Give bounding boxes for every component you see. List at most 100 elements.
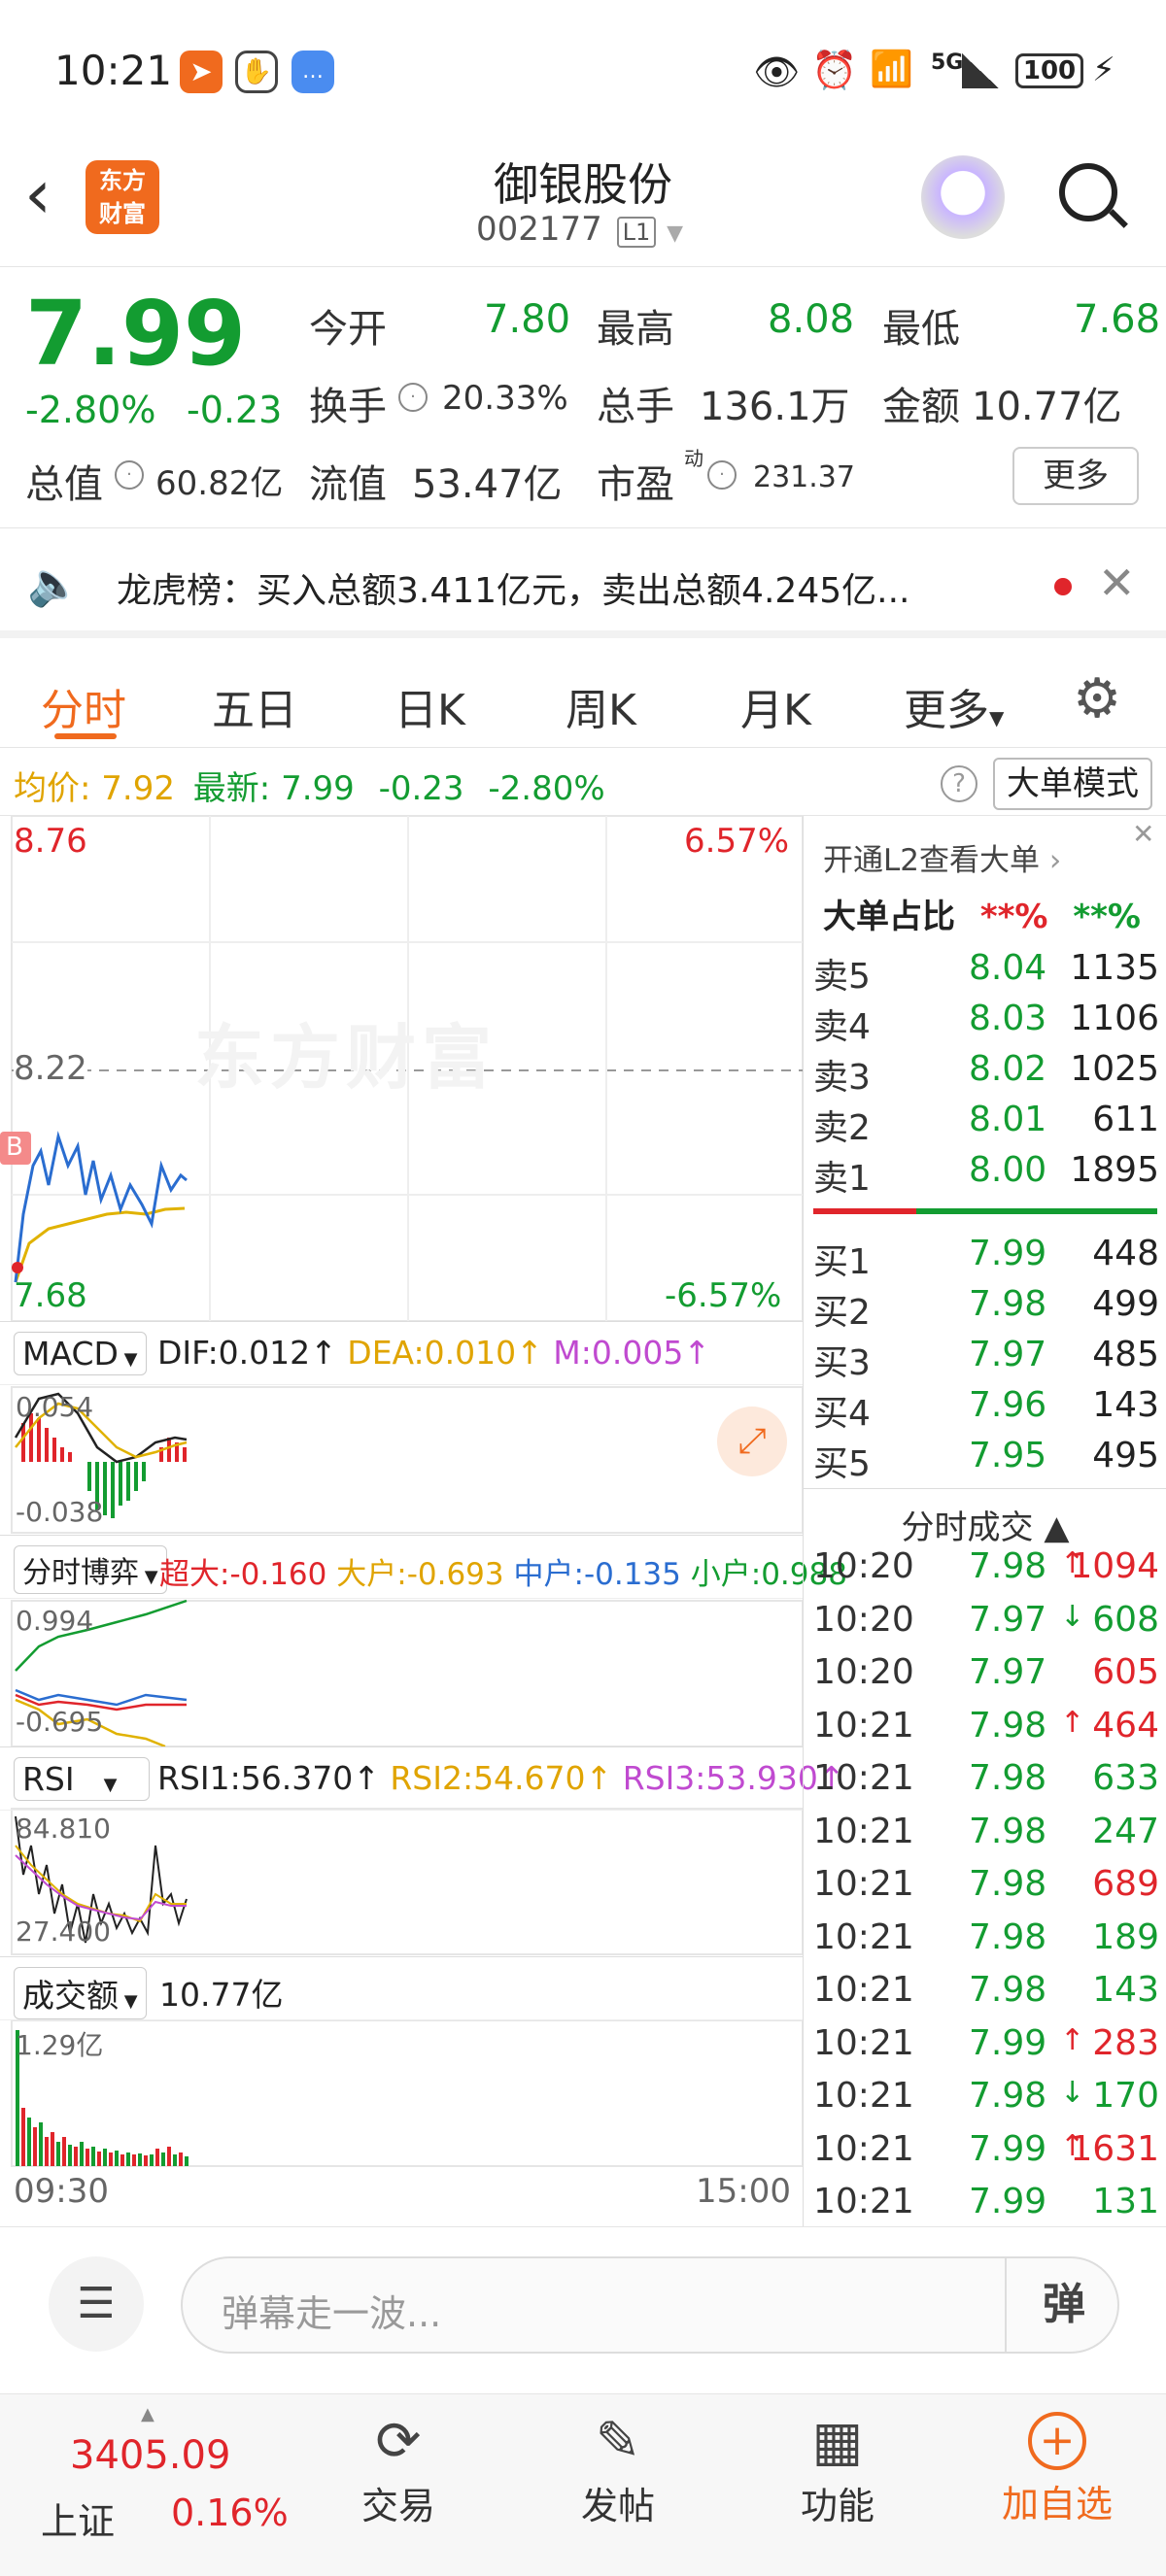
close-icon[interactable]: ✕ (1098, 557, 1136, 609)
notes-icon[interactable]: ☰ (49, 2256, 144, 2352)
function-button[interactable]: ▦ 功能 (770, 2408, 906, 2529)
row-label: 10:20 (813, 1546, 914, 1586)
macd-top: 0.054 (16, 1391, 94, 1423)
row-volume: 189 (1092, 1916, 1159, 1957)
turnover-value: 20.33% (442, 379, 568, 418)
row-price: 8.03 (969, 999, 1047, 1038)
row-volume: 1025 (1070, 1049, 1159, 1089)
trade-row: 10:20 7.97 ↓ 608 (804, 1596, 1166, 1646)
trade-row: 10:21 7.99 ↑ 1631 (804, 2125, 1166, 2176)
ask-row: 卖2 8.01 611 (804, 1096, 1166, 1148)
row-volume: 495 (1092, 1436, 1159, 1475)
trade-row: 10:21 7.98 247 (804, 1808, 1166, 1858)
row-volume: 464 (1092, 1705, 1159, 1746)
arrow-down-icon: ↓ (1060, 2076, 1085, 2110)
volume-selector[interactable]: 成交额 ▼ (14, 1967, 147, 2019)
tab-monthly-k[interactable]: 月K (740, 675, 811, 737)
row-label: 10:21 (813, 1758, 914, 1798)
charging-icon: ⚡ (1092, 51, 1115, 89)
tab-more[interactable]: 更多▼ (904, 675, 1004, 737)
rsi-indicator-bar: RSI ▼ RSI1:56.370↑ RSI2:54.670↑ RSI3:53.9… (0, 1746, 845, 1811)
flow-big: 大户:-0.693 (336, 1557, 504, 1592)
row-volume: 1895 (1070, 1150, 1159, 1190)
notice-bar[interactable]: 🔈 龙虎榜：买入总额3.411亿元，卖出总额4.245亿... ✕ (0, 529, 1166, 638)
float-label: 流值 (309, 462, 387, 507)
row-price: 7.98 (969, 1811, 1047, 1851)
stock-code-row[interactable]: 002177 L1 ▼ (476, 210, 683, 249)
row-price: 8.04 (969, 948, 1047, 988)
tab-intraday[interactable]: 分时 (41, 675, 126, 737)
robot-avatar-icon[interactable] (921, 155, 1005, 239)
help-icon[interactable]: ? (941, 765, 977, 802)
post-button[interactable]: ✎ 发帖 (550, 2408, 686, 2529)
network-label: 5G (931, 51, 964, 75)
danmu-placeholder: 弹幕走一波... (222, 2292, 442, 2335)
pe-value: 231.37 (753, 460, 855, 494)
flow-selector[interactable]: 分时博弈 ▼ (14, 1545, 167, 1594)
ask-list: 卖5 8.04 1135 卖4 8.03 1106 卖3 8.02 1025 卖2 8.01 611 卖… (804, 944, 1166, 1199)
row-price: 7.98 (969, 1864, 1047, 1904)
trade-row: 10:21 7.98 ↑ 464 (804, 1702, 1166, 1752)
chart-area[interactable]: 东方财富 8.76 6.57% 8.22 7.68 -6.57% B MACD … (0, 816, 847, 2226)
row-price: 7.97 (969, 1652, 1047, 1692)
row-price: 7.98 (969, 1705, 1047, 1746)
danmu-toggle[interactable]: 弹 (1005, 2258, 1121, 2352)
tab-more-label: 更多 (904, 686, 989, 735)
pmax-label: 6.57% (684, 822, 790, 861)
row-label: 10:21 (813, 2182, 914, 2221)
price-change: -0.23 (187, 389, 283, 431)
tab-daily-k[interactable]: 日K (394, 675, 465, 737)
macd-m: M:0.005 (553, 1334, 684, 1372)
status-bar: 10:21 ➤ ✋ … 👁 ⏰ 📶 5G 100 ⚡ (0, 0, 1166, 146)
row-label: 买2 (813, 1293, 871, 1333)
gear-icon[interactable]: ⚙ (1073, 667, 1121, 730)
volume-label: 总手 (597, 385, 674, 429)
telegram-icon: ➤ (180, 51, 223, 93)
danmu-input[interactable]: 弹幕走一波... 弹 (181, 2256, 1119, 2354)
info-icon[interactable]: · (398, 383, 428, 412)
high-value: 8.08 (768, 297, 855, 342)
latest-change: -0.23 (378, 769, 464, 808)
open-label: 今开 (309, 307, 387, 352)
trades-title[interactable]: 分时成交 ▲ (804, 1488, 1166, 1548)
avg-price-line (14, 1206, 186, 1283)
avg-label: 均价: (14, 769, 91, 808)
macd-selector[interactable]: MACD ▼ (14, 1332, 147, 1375)
trade-row: 10:21 7.98 ↓ 170 (804, 2072, 1166, 2122)
info-icon[interactable]: · (707, 460, 737, 490)
more-button[interactable]: 更多 (1012, 447, 1139, 505)
wifi-icon: 📶 (870, 50, 913, 89)
row-label: 卖4 (813, 1007, 871, 1047)
price-change-pct: -2.80% (25, 389, 156, 431)
flow-super: 超大:-0.160 (159, 1557, 327, 1592)
index-ticker[interactable]: ▲ 3405.09 上证 0.16% (0, 2394, 311, 2576)
tab-five-day[interactable]: 五日 (212, 675, 297, 737)
ask-row: 卖3 8.02 1025 (804, 1045, 1166, 1098)
row-price: 7.97 (969, 1335, 1047, 1374)
close-icon[interactable]: ✕ (1132, 818, 1154, 850)
bid-row: 买5 7.95 495 (804, 1432, 1166, 1484)
trade-row: 10:21 7.98 689 (804, 1860, 1166, 1911)
row-label: 10:21 (813, 2022, 914, 2063)
row-label: 10:21 (813, 1705, 914, 1746)
l2-promo[interactable]: 开通L2查看大单 › (823, 835, 1061, 879)
row-price: 7.97 (969, 1599, 1047, 1640)
tab-weekly-k[interactable]: 周K (566, 675, 636, 737)
row-label: 10:21 (813, 2128, 914, 2169)
expand-icon[interactable]: ⤢ (717, 1407, 787, 1476)
trade-label: 交易 (360, 2485, 435, 2527)
add-watchlist-button[interactable]: + 加自选 (979, 2408, 1135, 2527)
yuan-exchange-icon: ⟳ (375, 2410, 422, 2473)
trade-row: 10:21 7.99 131 (804, 2178, 1166, 2228)
high-label: 最高 (597, 307, 674, 352)
trade-button[interactable]: ⟳ 交易 (330, 2408, 466, 2529)
chevron-down-icon: ▼ (667, 221, 683, 246)
plus-circle-icon: + (1028, 2412, 1086, 2470)
trade-row: 10:21 7.98 633 (804, 1754, 1166, 1805)
big-order-mode-button[interactable]: 大单模式 (993, 758, 1152, 810)
row-label: 卖1 (813, 1159, 871, 1199)
info-icon[interactable]: · (115, 460, 144, 490)
eye-icon: 👁 (753, 51, 801, 93)
row-volume: 605 (1092, 1652, 1159, 1692)
rsi-selector[interactable]: RSI ▼ (14, 1757, 150, 1801)
